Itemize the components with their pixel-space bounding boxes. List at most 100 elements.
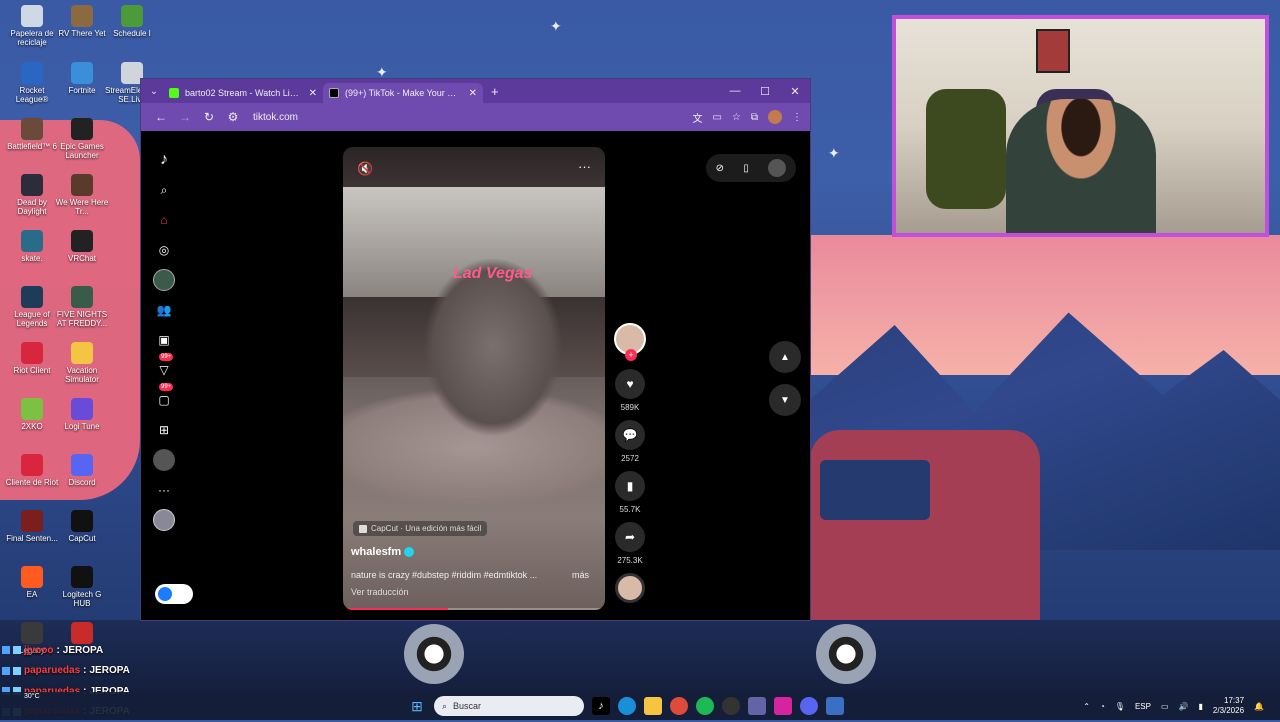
site-info-icon[interactable]: ⚙ [221, 110, 245, 124]
close-window-button[interactable]: ✕ [780, 85, 810, 98]
extensions-icon[interactable]: ⧉ [751, 112, 758, 123]
desktop-icon[interactable]: Dead by Daylight [5, 174, 59, 216]
new-tab-button[interactable]: + [491, 84, 499, 99]
desktop-icon[interactable]: Vacation Simulator [55, 342, 109, 384]
instagram-icon[interactable] [774, 697, 792, 715]
creator-avatar[interactable]: + [614, 323, 646, 355]
profile-avatar-icon[interactable] [153, 269, 175, 291]
battery-icon[interactable]: ▮ [1198, 702, 1202, 711]
desktop-icon[interactable]: We Were Here Tr... [55, 174, 109, 216]
desktop-icon[interactable]: skate. [5, 230, 59, 263]
file-explorer-icon[interactable] [644, 697, 662, 715]
video-player[interactable]: Lad Vegas 🔇 ··· CapCut · Una edición más… [343, 147, 605, 610]
desktop-icon[interactable]: 2XKO [5, 398, 59, 431]
tiktok-logo-icon[interactable]: ♪ [153, 149, 175, 171]
display-icon[interactable]: ▭ [1161, 702, 1169, 711]
language-indicator[interactable]: ESP [1135, 702, 1151, 711]
browser-menu-icon[interactable]: ⋮ [792, 112, 802, 123]
windows-start-icon[interactable]: ⊞ [408, 697, 426, 715]
desktop-icon[interactable]: Logitech G HUB [55, 566, 109, 608]
video-author[interactable]: whalesfm [351, 546, 414, 558]
capcut-tag[interactable]: CapCut · Una edición más fácil [353, 521, 487, 536]
previous-video-button[interactable]: ▲ [769, 341, 801, 373]
obs-icon[interactable] [722, 697, 740, 715]
like-icon[interactable]: ♥ [615, 369, 645, 399]
security-shield-icon[interactable] [826, 697, 844, 715]
close-tab-icon[interactable]: ✕ [309, 88, 317, 99]
desktop-icon[interactable]: Riot Client [5, 342, 59, 375]
home-icon[interactable]: ⌂ [153, 209, 175, 231]
next-video-button[interactable]: ▼ [769, 384, 801, 416]
share-icon[interactable]: ➦ [615, 522, 645, 552]
desktop-icon-label: Vacation Simulator [55, 366, 109, 384]
more-link[interactable]: más [572, 570, 589, 580]
forward-button[interactable]: → [173, 110, 197, 124]
translate-icon[interactable]: 文 [692, 110, 702, 125]
notification-bell-icon[interactable]: 🔔 [1254, 702, 1264, 711]
profile-icon[interactable] [153, 449, 175, 471]
see-translation-link[interactable]: Ver traducción [351, 587, 409, 597]
teams-icon[interactable] [748, 697, 766, 715]
tab-search-dropdown-icon[interactable]: ⌄ [145, 82, 163, 100]
network-icon[interactable]: ◔ [1100, 702, 1105, 711]
desktop-icon[interactable]: CapCut [55, 510, 109, 543]
compass-icon[interactable]: ⊘ [716, 163, 724, 174]
desktop-icon[interactable]: FIVE NIGHTS AT FREDDY... [55, 286, 109, 328]
tab-tiktok[interactable]: (99+) TikTok - Make Your Day ✕ [323, 83, 483, 103]
tiktok-app-icon[interactable]: ♪ [592, 697, 610, 715]
comment-icon[interactable]: 💬 [615, 420, 645, 450]
spotify-icon[interactable] [696, 697, 714, 715]
url-field[interactable]: tiktok.com [253, 112, 298, 123]
desktop-icon[interactable]: Logi Tune [55, 398, 109, 431]
minimize-button[interactable]: — [720, 85, 750, 98]
desktop-icon[interactable]: Schedule I [105, 5, 159, 38]
video-progress-bar[interactable] [343, 608, 605, 610]
video-more-icon[interactable]: ··· [578, 159, 591, 174]
music-disc-icon[interactable] [615, 573, 645, 603]
live-icon[interactable]: ▣ [153, 329, 175, 351]
cast-icon[interactable]: ▭ [712, 112, 721, 123]
messages-icon[interactable]: ▢99+ [153, 389, 175, 411]
desktop-icon[interactable]: Rocket League® [5, 62, 59, 104]
desktop-icon[interactable]: VRChat [55, 230, 109, 263]
search-icon[interactable]: ⌕ [153, 179, 175, 201]
desktop-icon[interactable]: Discord [55, 454, 109, 487]
taskbar-search[interactable]: ⌕Buscar [434, 696, 584, 716]
desktop-icon[interactable]: League of Legends [5, 286, 59, 328]
weather-widget[interactable]: 30°C [24, 693, 40, 700]
desktop-icon[interactable]: Epic Games Launcher [55, 118, 109, 160]
desktop-icon[interactable]: Papelera de reciclaje [5, 5, 59, 47]
back-button[interactable]: ← [149, 110, 173, 124]
desktop-icon[interactable]: Fortnite [55, 62, 109, 95]
tab-kick[interactable]: barto02 Stream - Watch Live on ✕ [163, 83, 323, 103]
clock[interactable]: 17:372/3/2026 [1213, 696, 1244, 716]
desktop-icon[interactable]: RV There Yet [55, 5, 109, 38]
bookmark-icon[interactable]: ▮ [615, 471, 645, 501]
volume-icon[interactable]: 🔊 [1179, 702, 1189, 711]
desktop-icon[interactable]: Final Senten... [5, 510, 59, 543]
activity-icon[interactable]: ▽99+ [153, 359, 175, 381]
mic-icon[interactable]: 🎙 [1115, 702, 1125, 711]
chrome-icon[interactable] [670, 697, 688, 715]
autoscroll-toggle[interactable] [155, 584, 193, 604]
upload-icon[interactable]: ⊞ [153, 419, 175, 441]
mute-icon[interactable]: 🔇 [357, 161, 373, 177]
desktop-icon[interactable]: EA [5, 566, 59, 599]
edge-icon[interactable] [618, 697, 636, 715]
user-avatar-icon[interactable] [768, 159, 786, 177]
bookmark-star-icon[interactable]: ☆ [732, 112, 741, 123]
tray-chevron-icon[interactable]: ⌃ [1083, 702, 1090, 711]
close-tab-icon[interactable]: ✕ [469, 88, 477, 99]
device-icon[interactable]: ▯ [743, 163, 749, 174]
explore-icon[interactable]: ◎ [153, 239, 175, 261]
following-icon[interactable]: 👥 [153, 299, 175, 321]
desktop-icon[interactable]: Battlefield™ 6 [5, 118, 59, 151]
profile-avatar[interactable] [768, 110, 782, 124]
reload-button[interactable]: ↻ [197, 110, 221, 124]
more-icon[interactable]: ··· [153, 479, 175, 501]
follow-plus-icon[interactable]: + [625, 349, 637, 361]
friend-avatar-icon[interactable] [153, 509, 175, 531]
discord-icon[interactable] [800, 697, 818, 715]
desktop-icon[interactable]: Cliente de Riot [5, 454, 59, 487]
maximize-button[interactable]: ☐ [750, 85, 780, 98]
